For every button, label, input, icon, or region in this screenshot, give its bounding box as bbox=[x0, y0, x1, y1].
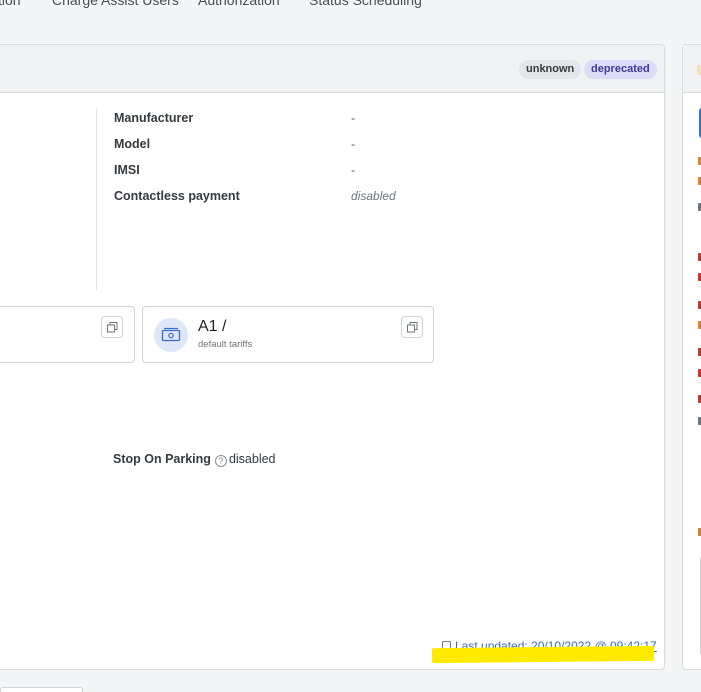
bottom-tab[interactable] bbox=[0, 687, 83, 692]
card-header: unknown deprecated bbox=[0, 45, 664, 93]
help-icon[interactable]: ? bbox=[214, 455, 227, 467]
stop-on-parking-value: disabled bbox=[228, 452, 276, 466]
tab-status-scheduling[interactable]: Status Scheduling bbox=[309, 0, 422, 8]
status-badge-deprecated: deprecated bbox=[584, 60, 657, 79]
tab-authorization[interactable]: Authorization bbox=[198, 0, 280, 8]
manufacturer-label: Manufacturer bbox=[114, 111, 194, 125]
imsi-value: - bbox=[351, 163, 355, 177]
model-value: - bbox=[351, 137, 355, 151]
money-icon bbox=[154, 318, 188, 352]
contactless-payment-value: disabled bbox=[351, 189, 396, 203]
column-divider bbox=[96, 109, 97, 290]
status-badge-unknown: unknown bbox=[519, 60, 582, 79]
stop-on-parking-label: Stop On Parking bbox=[113, 452, 211, 466]
side-panel-header bbox=[683, 45, 701, 93]
imsi-label: IMSI bbox=[114, 163, 140, 177]
copy-icon bbox=[407, 322, 418, 333]
tab-charge-assist-users[interactable]: Charge Assist Users bbox=[52, 0, 179, 8]
tariff-title: A1 / bbox=[198, 318, 227, 335]
copy-button[interactable] bbox=[101, 316, 123, 338]
manufacturer-value: - bbox=[351, 111, 355, 125]
copy-tariff-button[interactable] bbox=[401, 316, 423, 338]
info-tile bbox=[0, 306, 135, 363]
tariff-subtitle: default tariffs bbox=[198, 339, 253, 350]
stop-on-parking-row: Stop On Parking? disabled bbox=[113, 452, 276, 467]
copy-icon bbox=[107, 322, 118, 333]
side-badge bbox=[697, 65, 701, 75]
side-panel bbox=[682, 44, 701, 670]
contactless-payment-label: Contactless payment bbox=[114, 189, 240, 203]
highlight-annotation bbox=[431, 645, 655, 664]
tariff-tile: A1 / default tariffs bbox=[142, 306, 434, 363]
model-label: Model bbox=[114, 137, 151, 151]
top-nav: tion Charge Assist Users Authorization S… bbox=[0, 0, 701, 12]
tab-configuration[interactable]: tion bbox=[0, 0, 21, 8]
charger-details-card: unknown deprecated Manufacturer - Model … bbox=[0, 44, 665, 670]
